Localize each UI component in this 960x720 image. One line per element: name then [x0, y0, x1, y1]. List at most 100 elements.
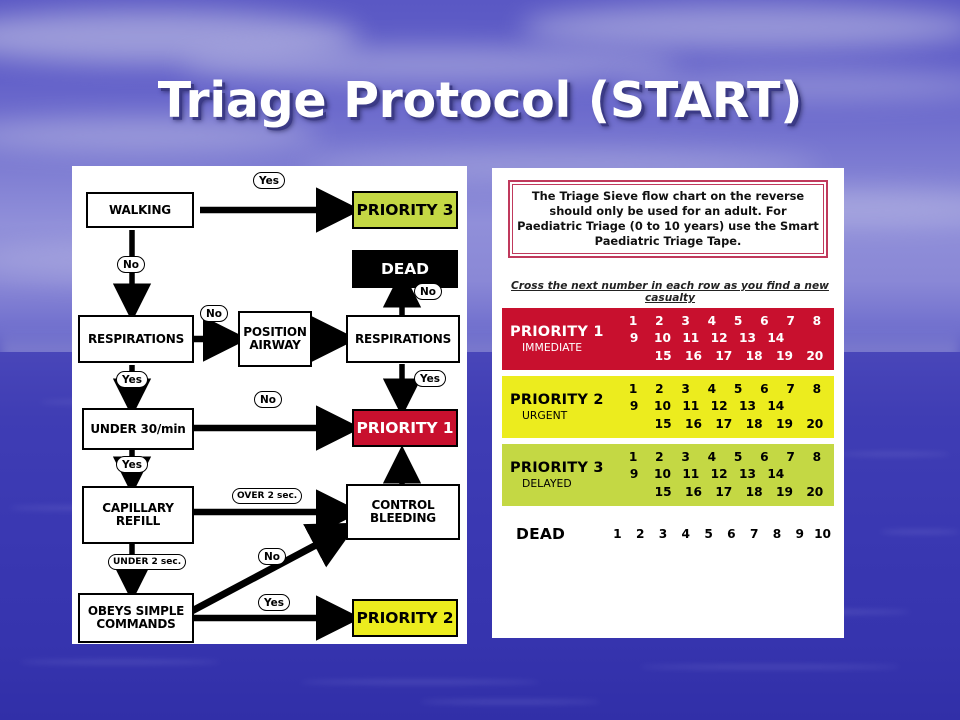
- tally-number-line[interactable]: 9 10 11 12 13 14: [620, 398, 830, 415]
- tally-number[interactable]: 4: [699, 449, 725, 466]
- tally-number[interactable]: 11: [677, 398, 705, 415]
- flow-node-respirations-2[interactable]: RESPIRATIONS: [346, 315, 460, 363]
- tally-number[interactable]: 7: [778, 449, 804, 466]
- tally-number[interactable]: 18: [739, 416, 769, 433]
- tally-number[interactable]: 14: [762, 398, 790, 415]
- tally-number[interactable]: 1: [606, 527, 629, 541]
- tally-number[interactable]: 1: [620, 381, 646, 398]
- tally-number[interactable]: 6: [751, 449, 777, 466]
- tally-row-dead[interactable]: DEAD 1 2 3 4 5 6 7 8 9 10: [502, 514, 834, 554]
- tally-number[interactable]: 12: [705, 398, 733, 415]
- tally-number[interactable]: 2: [646, 449, 672, 466]
- tally-number[interactable]: 9: [620, 330, 648, 347]
- tally-number[interactable]: 20: [800, 416, 830, 433]
- tally-number[interactable]: 16: [678, 348, 708, 365]
- tally-number[interactable]: 9: [788, 527, 811, 541]
- tally-numbers-group[interactable]: 1 2 3 4 5 6 7 8 9 10 11 12 13 14 15 16 1…: [620, 376, 834, 438]
- flow-node-under-30[interactable]: UNDER 30/min: [82, 408, 194, 450]
- tally-number[interactable]: 6: [751, 381, 777, 398]
- tally-number[interactable]: 12: [705, 330, 733, 347]
- tally-row-priority-2[interactable]: PRIORITY 2 URGENT 1 2 3 4 5 6 7 8 9 10 1…: [502, 376, 834, 438]
- tally-number[interactable]: 8: [804, 449, 830, 466]
- tally-number[interactable]: 13: [733, 330, 761, 347]
- tally-number[interactable]: 19: [769, 416, 799, 433]
- tally-number[interactable]: 19: [769, 484, 799, 501]
- tally-row-priority-3[interactable]: PRIORITY 3 DELAYED 1 2 3 4 5 6 7 8 9 10 …: [502, 444, 834, 506]
- tally-number[interactable]: 3: [673, 449, 699, 466]
- tally-number[interactable]: 4: [699, 313, 725, 330]
- tally-number[interactable]: 13: [733, 398, 761, 415]
- tally-number[interactable]: 13: [733, 466, 761, 483]
- flow-node-control-bleeding[interactable]: CONTROL BLEEDING: [346, 484, 460, 540]
- tally-number-line[interactable]: 1 2 3 4 5 6 7 8: [620, 449, 830, 466]
- tally-number-line[interactable]: 1 2 3 4 5 6 7 8: [620, 381, 830, 398]
- tally-numbers-group[interactable]: 1 2 3 4 5 6 7 8 9 10: [606, 527, 834, 541]
- tally-number[interactable]: 4: [699, 381, 725, 398]
- tally-numbers-group[interactable]: 1 2 3 4 5 6 7 8 9 10 11 12 13 14 15 16 1…: [620, 308, 834, 370]
- tally-number[interactable]: 10: [811, 527, 834, 541]
- tally-numbers-group[interactable]: 1 2 3 4 5 6 7 8 9 10 11 12 13 14 15 16 1…: [620, 444, 834, 506]
- tally-number[interactable]: 16: [678, 416, 708, 433]
- tally-number[interactable]: 7: [778, 313, 804, 330]
- tally-number[interactable]: 6: [751, 313, 777, 330]
- tally-number-line[interactable]: 15 16 17 18 19 20: [620, 348, 830, 365]
- tally-number[interactable]: 10: [648, 330, 676, 347]
- tally-number[interactable]: 17: [709, 484, 739, 501]
- tally-number[interactable]: 11: [677, 466, 705, 483]
- tally-number[interactable]: 14: [762, 330, 790, 347]
- tally-number[interactable]: 9: [620, 466, 648, 483]
- tally-number[interactable]: 5: [697, 527, 720, 541]
- tally-number[interactable]: 7: [778, 381, 804, 398]
- tally-number[interactable]: 8: [804, 381, 830, 398]
- flow-node-respirations-1[interactable]: RESPIRATIONS: [78, 315, 194, 363]
- tally-number[interactable]: 18: [739, 348, 769, 365]
- flow-outcome-priority-1[interactable]: PRIORITY 1: [352, 409, 458, 447]
- tally-number[interactable]: 8: [766, 527, 789, 541]
- flow-node-capillary-refill[interactable]: CAPILLARY REFILL: [82, 486, 194, 544]
- tally-number[interactable]: 1: [620, 449, 646, 466]
- tally-number[interactable]: 5: [725, 381, 751, 398]
- flow-outcome-priority-2[interactable]: PRIORITY 2: [352, 599, 458, 637]
- tally-number[interactable]: 4: [674, 527, 697, 541]
- tally-number[interactable]: 10: [648, 466, 676, 483]
- tally-number[interactable]: 1: [620, 313, 646, 330]
- tally-number[interactable]: 5: [725, 449, 751, 466]
- tally-number[interactable]: 3: [673, 381, 699, 398]
- tally-number[interactable]: 19: [769, 348, 799, 365]
- tally-number[interactable]: 5: [725, 313, 751, 330]
- tally-number[interactable]: 15: [648, 348, 678, 365]
- tally-number[interactable]: 12: [705, 466, 733, 483]
- tally-number[interactable]: 14: [762, 466, 790, 483]
- flow-node-walking[interactable]: WALKING: [86, 192, 194, 228]
- tally-number[interactable]: 20: [800, 348, 830, 365]
- tally-row-priority-1[interactable]: PRIORITY 1 IMMEDIATE 1 2 3 4 5 6 7 8 9 1…: [502, 308, 834, 370]
- tally-number[interactable]: 2: [646, 381, 672, 398]
- flow-node-obeys-commands[interactable]: OBEYS SIMPLE COMMANDS: [78, 593, 194, 643]
- tally-number[interactable]: 7: [743, 527, 766, 541]
- tally-number[interactable]: 3: [673, 313, 699, 330]
- tally-number[interactable]: 15: [648, 484, 678, 501]
- tally-number[interactable]: 9: [620, 398, 648, 415]
- tally-number-line[interactable]: 9 10 11 12 13 14: [620, 466, 830, 483]
- tally-number[interactable]: 8: [804, 313, 830, 330]
- tally-number[interactable]: 2: [646, 313, 672, 330]
- tally-number[interactable]: 20: [800, 484, 830, 501]
- tally-number[interactable]: 18: [739, 484, 769, 501]
- tally-number[interactable]: 6: [720, 527, 743, 541]
- tally-number[interactable]: 11: [677, 330, 705, 347]
- tally-number[interactable]: 16: [678, 484, 708, 501]
- tally-number-line[interactable]: 1 2 3 4 5 6 7 8: [620, 313, 830, 330]
- tally-number-line[interactable]: 15 16 17 18 19 20: [620, 416, 830, 433]
- tally-number-line[interactable]: 9 10 11 12 13 14: [620, 330, 830, 347]
- tally-number-line[interactable]: 15 16 17 18 19 20: [620, 484, 830, 501]
- tally-number[interactable]: 2: [629, 527, 652, 541]
- tally-number[interactable]: 15: [648, 416, 678, 433]
- tally-number[interactable]: 17: [709, 348, 739, 365]
- paediatric-notice-inner-border: The Triage Sieve flow chart on the rever…: [512, 184, 824, 254]
- flow-outcome-dead[interactable]: DEAD: [352, 250, 458, 288]
- tally-number[interactable]: 3: [652, 527, 675, 541]
- flow-node-position-airway[interactable]: POSITION AIRWAY: [238, 311, 312, 367]
- tally-number[interactable]: 10: [648, 398, 676, 415]
- flow-outcome-priority-3[interactable]: PRIORITY 3: [352, 191, 458, 229]
- tally-number[interactable]: 17: [709, 416, 739, 433]
